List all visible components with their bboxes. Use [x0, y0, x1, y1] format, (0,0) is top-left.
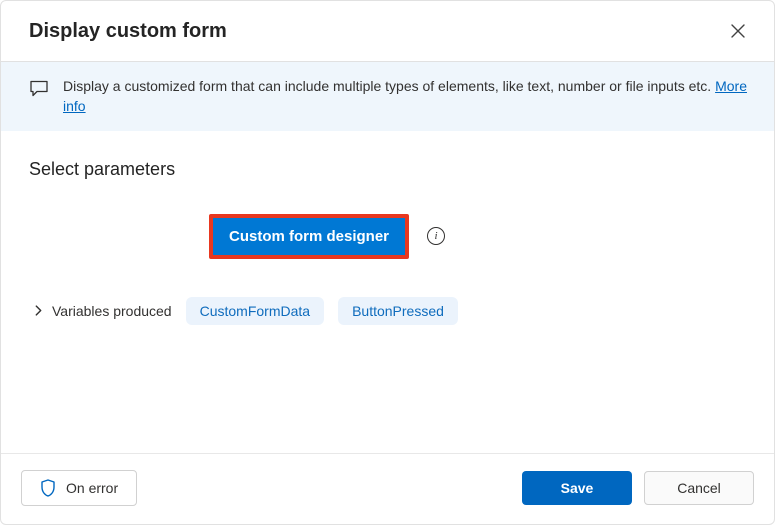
variables-produced-row: Variables produced CustomFormData Button… [33, 297, 746, 325]
designer-row: Custom form designer i [209, 214, 746, 259]
dialog-body: Select parameters Custom form designer i… [1, 131, 774, 453]
info-icon[interactable]: i [427, 227, 445, 245]
variable-pill-buttonpressed[interactable]: ButtonPressed [338, 297, 458, 325]
speech-bubble-icon [29, 78, 49, 103]
chevron-right-icon [33, 305, 44, 316]
on-error-button[interactable]: On error [21, 470, 137, 506]
cancel-button[interactable]: Cancel [644, 471, 754, 505]
close-icon [730, 23, 746, 39]
info-bar: Display a customized form that can inclu… [1, 61, 774, 131]
on-error-label: On error [66, 480, 118, 496]
display-custom-form-dialog: Display custom form Display a customized… [0, 0, 775, 525]
variable-pill-customformdata[interactable]: CustomFormData [186, 297, 324, 325]
footer-actions: Save Cancel [522, 471, 754, 505]
info-description: Display a customized form that can inclu… [63, 78, 715, 94]
save-button[interactable]: Save [522, 471, 632, 505]
close-button[interactable] [726, 19, 750, 43]
select-parameters-heading: Select parameters [29, 159, 746, 180]
dialog-footer: On error Save Cancel [1, 453, 774, 524]
custom-form-designer-button[interactable]: Custom form designer [209, 214, 409, 259]
shield-icon [40, 479, 56, 497]
variables-produced-label: Variables produced [52, 303, 172, 319]
dialog-title: Display custom form [29, 20, 227, 43]
dialog-header: Display custom form [1, 1, 774, 61]
variables-produced-toggle[interactable]: Variables produced [33, 303, 172, 319]
info-text: Display a customized form that can inclu… [63, 76, 750, 117]
